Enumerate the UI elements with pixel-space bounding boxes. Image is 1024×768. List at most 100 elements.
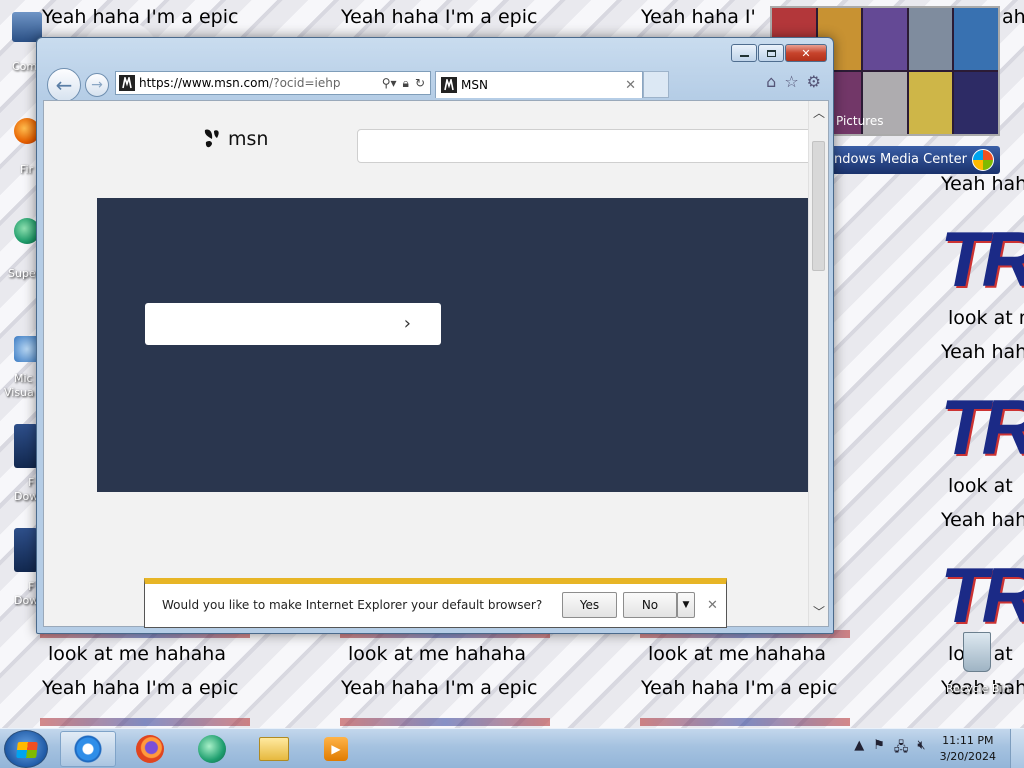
wallpaper-text: Yeah haha I'm a epic <box>341 677 538 699</box>
action-center-flag-icon[interactable]: ⚑ <box>873 738 885 760</box>
back-arrow-icon: ← <box>55 73 73 97</box>
hero-input-field[interactable]: › <box>145 303 441 345</box>
wallpaper-text: Yeah haha I'm a epic <box>641 677 838 699</box>
vertical-scrollbar[interactable]: ︿ ﹀ <box>808 101 828 626</box>
scroll-up-icon[interactable]: ︿ <box>809 103 828 123</box>
show-hidden-icons-icon[interactable]: ▲ <box>854 738 864 760</box>
gadget-tile <box>954 72 998 134</box>
dropdown-arrow-icon: ▼ <box>682 600 690 610</box>
maximize-button[interactable] <box>758 44 784 62</box>
search-icon[interactable]: ⚲▾ <box>382 76 397 91</box>
taskbar-app-green[interactable] <box>184 731 240 767</box>
url-path: /?ocid=iehp <box>269 76 341 90</box>
close-button[interactable]: ✕ <box>785 44 827 62</box>
desktop-icon-label: F <box>28 580 35 593</box>
minimize-icon <box>739 55 749 57</box>
wallpaper-text: ah <box>1002 6 1024 28</box>
wallpaper-stripe <box>340 718 550 726</box>
windows-orb-icon <box>972 149 994 171</box>
gadget-tile <box>908 8 953 70</box>
start-button[interactable] <box>4 730 48 768</box>
wallpaper-text: Yeah hah <box>941 509 1024 531</box>
scroll-down-icon[interactable]: ﹀ <box>809 602 828 622</box>
wallpaper-text: look at <box>948 475 1013 497</box>
minimize-button[interactable] <box>731 44 757 62</box>
wallpaper-stripe <box>40 718 250 726</box>
taskbar-media-player[interactable]: ▶ <box>308 731 364 767</box>
msn-search-input[interactable] <box>357 129 817 163</box>
wallpaper-text: look at me hahaha <box>348 643 526 665</box>
msn-favicon <box>441 77 457 93</box>
wallpaper-text: Yeah hah <box>941 173 1024 195</box>
home-icon[interactable]: ⌂ <box>766 72 776 91</box>
media-center-label: ndows Media Center <box>834 152 967 167</box>
wallpaper-text: Yeah haha I' <box>641 6 756 28</box>
wallpaper-text: look at me hahaha <box>48 643 226 665</box>
wallpaper-text: look at me hahaha <box>648 643 826 665</box>
clock-date: 3/20/2024 <box>939 750 996 763</box>
wallpaper-text: Yeah haha I'm a epic <box>341 6 538 28</box>
wallpaper-text: Yeah haha I'm a epic <box>42 6 239 28</box>
scrollbar-thumb[interactable] <box>812 141 825 271</box>
taskbar: ▶ ▲ ⚑ 🖧︎ 🔇︎ 11:11 PM 3/20/2024 <box>0 728 1024 768</box>
desktop-icon-label: Mic <box>14 372 33 385</box>
media-center-bar[interactable]: ndows Media Center <box>828 146 1000 174</box>
favorites-star-icon[interactable]: ☆ <box>784 72 798 91</box>
msn-logo[interactable]: msn <box>202 127 268 151</box>
maximize-icon <box>766 49 776 57</box>
desktop-icon-recycle-bin[interactable]: Recycle Bin <box>946 632 1009 695</box>
green-app-icon <box>198 735 226 763</box>
firefox-icon <box>136 735 164 763</box>
wallpaper-logo: TR <box>940 552 1024 638</box>
gadget-tile <box>863 8 907 70</box>
wallpaper-logo: TR <box>940 216 1024 302</box>
system-tray: ▲ ⚑ 🖧︎ 🔇︎ 11:11 PM 3/20/2024 <box>854 729 1024 768</box>
address-bar[interactable]: https://www.msn.com/?ocid=iehp ⚲▾ 🔒︎ ↻ <box>115 71 431 95</box>
forward-button[interactable]: → <box>85 73 109 97</box>
no-button[interactable]: No <box>623 592 677 618</box>
clock[interactable]: 11:11 PM 3/20/2024 <box>940 733 996 765</box>
ie-window[interactable]: ✕ ← → https://www.msn.com/?ocid=iehp ⚲▾ … <box>36 37 834 634</box>
network-icon[interactable]: 🖧︎ <box>894 738 909 760</box>
gadget-pictures-label: Pictures <box>836 114 884 128</box>
desktop-icon-label: Com <box>12 60 38 73</box>
forward-arrow-icon: → <box>91 77 103 93</box>
gadget-tile <box>908 72 953 134</box>
url-host: https://www.msn.com <box>139 76 270 90</box>
gadget-tile <box>954 8 998 70</box>
desktop-icon-label: Visua <box>4 386 34 399</box>
window-caption-buttons: ✕ <box>731 44 827 62</box>
hero-banner: › <box>97 198 811 492</box>
volume-muted-icon[interactable]: 🔇︎ <box>917 738 925 760</box>
taskbar-firefox[interactable] <box>122 731 178 767</box>
folder-icon <box>259 737 289 761</box>
tab-close-icon[interactable]: ✕ <box>625 78 636 93</box>
desktop-icon-download-2[interactable] <box>14 528 38 572</box>
refresh-icon[interactable]: ↻ <box>415 76 425 91</box>
back-button[interactable]: ← <box>47 68 81 102</box>
msn-logo-text: msn <box>228 128 269 150</box>
wallpaper-text: Yeah hah <box>941 341 1024 363</box>
media-player-icon: ▶ <box>324 737 348 761</box>
taskbar-internet-explorer[interactable] <box>60 731 116 767</box>
lock-icon[interactable]: 🔒︎ <box>403 76 409 91</box>
desktop-icon-label: Supe <box>8 267 36 280</box>
yes-button[interactable]: Yes <box>562 592 617 618</box>
show-desktop-button[interactable] <box>1010 729 1024 768</box>
chevron-right-icon[interactable]: › <box>404 313 411 334</box>
wallpaper-text: Yeah haha I'm a epic <box>42 677 239 699</box>
desktop-icon-download-1[interactable] <box>14 424 38 468</box>
browser-tools: ⌂ ☆ ⚙ <box>766 72 821 91</box>
internet-explorer-icon <box>74 735 102 763</box>
new-tab-button[interactable] <box>643 71 669 98</box>
no-dropdown-button[interactable]: ▼ <box>677 592 695 618</box>
page-viewport[interactable]: msn › ︿ ﹀ <box>43 100 829 627</box>
recycle-bin-icon <box>963 632 991 672</box>
settings-gear-icon[interactable]: ⚙ <box>807 72 821 91</box>
tab-msn[interactable]: MSN ✕ <box>435 71 643 98</box>
notification-close-icon[interactable]: ✕ <box>707 598 718 613</box>
clock-time: 11:11 PM <box>942 734 994 747</box>
taskbar-file-explorer[interactable] <box>246 731 302 767</box>
windows-logo-icon <box>16 742 38 758</box>
desktop-icon-label: Fir <box>20 163 34 176</box>
